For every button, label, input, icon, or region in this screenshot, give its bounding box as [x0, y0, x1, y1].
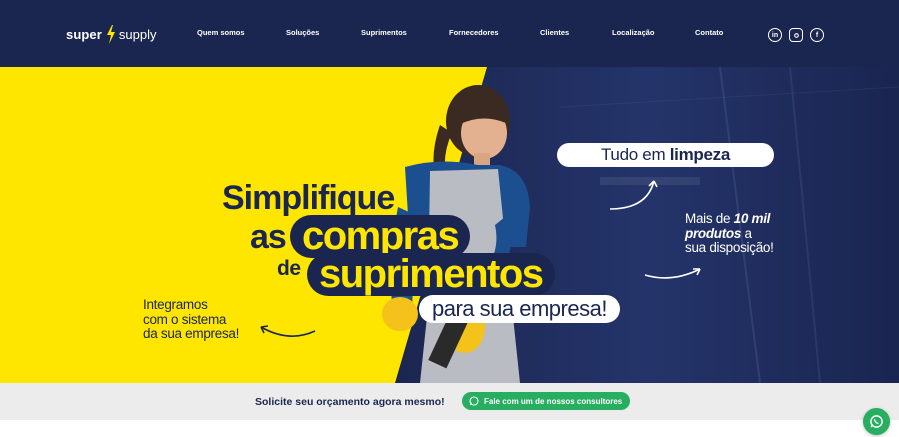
products-prefix: Mais de	[685, 211, 734, 226]
headline-suprimentos-pill: suprimentos	[307, 253, 555, 296]
hero-banner: Simplifique as compras de suprimentos pa…	[0, 67, 899, 383]
instagram-icon[interactable]	[789, 28, 803, 42]
nav-item-fornecedores[interactable]: Fornecedores	[449, 28, 499, 37]
whatsapp-button-label: Fale com um de nossos consultores	[484, 396, 623, 406]
whatsapp-consultant-button[interactable]: Fale com um de nossos consultores	[462, 392, 631, 410]
products-line-2: produtos a	[685, 225, 774, 242]
whatsapp-icon	[870, 415, 883, 428]
landing-page: super supply Quem somos Soluções Suprime…	[0, 0, 899, 437]
curved-arrow-right-icon	[644, 268, 701, 279]
products-line-1: Mais de 10 mil	[685, 211, 774, 227]
integration-line-2: com o sistema	[143, 311, 227, 327]
nav-item-suprimentos[interactable]: Suprimentos	[361, 28, 407, 37]
products-callout: Mais de 10 mil produtos a sua disposição…	[685, 211, 774, 256]
curved-arrow-up-icon	[609, 180, 658, 210]
headline-as: as	[250, 218, 287, 256]
social-links: in f	[768, 28, 824, 42]
whatsapp-icon	[469, 396, 479, 406]
products-line-3: sua disposição!	[685, 240, 774, 255]
limpeza-pill: Tudo em limpeza	[557, 143, 774, 167]
products-count: 10 mil	[733, 211, 771, 226]
top-navbar: super supply Quem somos Soluções Suprime…	[0, 0, 899, 67]
headline-de: de	[277, 257, 301, 280]
nav-item-contato[interactable]: Contato	[695, 28, 723, 37]
cta-text: Solicite seu orçamento agora mesmo!	[255, 396, 445, 408]
products-word: produtos	[685, 225, 742, 241]
products-suffix: a	[741, 225, 753, 241]
limpeza-bold: limpeza	[669, 145, 731, 164]
nav-item-quem-somos[interactable]: Quem somos	[197, 28, 245, 37]
integration-line-3: da sua empresa!	[143, 326, 240, 341]
linkedin-icon[interactable]: in	[768, 28, 782, 42]
limpeza-prefix: Tudo em	[600, 145, 670, 164]
integration-line-1: Integramos	[143, 297, 208, 312]
nav-item-localizacao[interactable]: Localização	[612, 28, 655, 37]
cta-bar: Solicite seu orçamento agora mesmo! Fale…	[0, 383, 899, 420]
facebook-icon[interactable]: f	[810, 28, 824, 42]
integration-callout: Integramos com o sistema da sua empresa!	[143, 297, 240, 342]
main-menu: Quem somos Soluções Suprimentos Forneced…	[0, 28, 899, 42]
whatsapp-floating-button[interactable]	[863, 408, 890, 435]
nav-item-clientes[interactable]: Clientes	[540, 28, 569, 37]
curved-arrow-icon	[260, 325, 316, 337]
headline-line-1: Simplifique	[222, 179, 395, 217]
nav-item-solucoes[interactable]: Soluções	[286, 28, 319, 37]
headline-empresa-pill: para sua empresa!	[419, 295, 620, 323]
